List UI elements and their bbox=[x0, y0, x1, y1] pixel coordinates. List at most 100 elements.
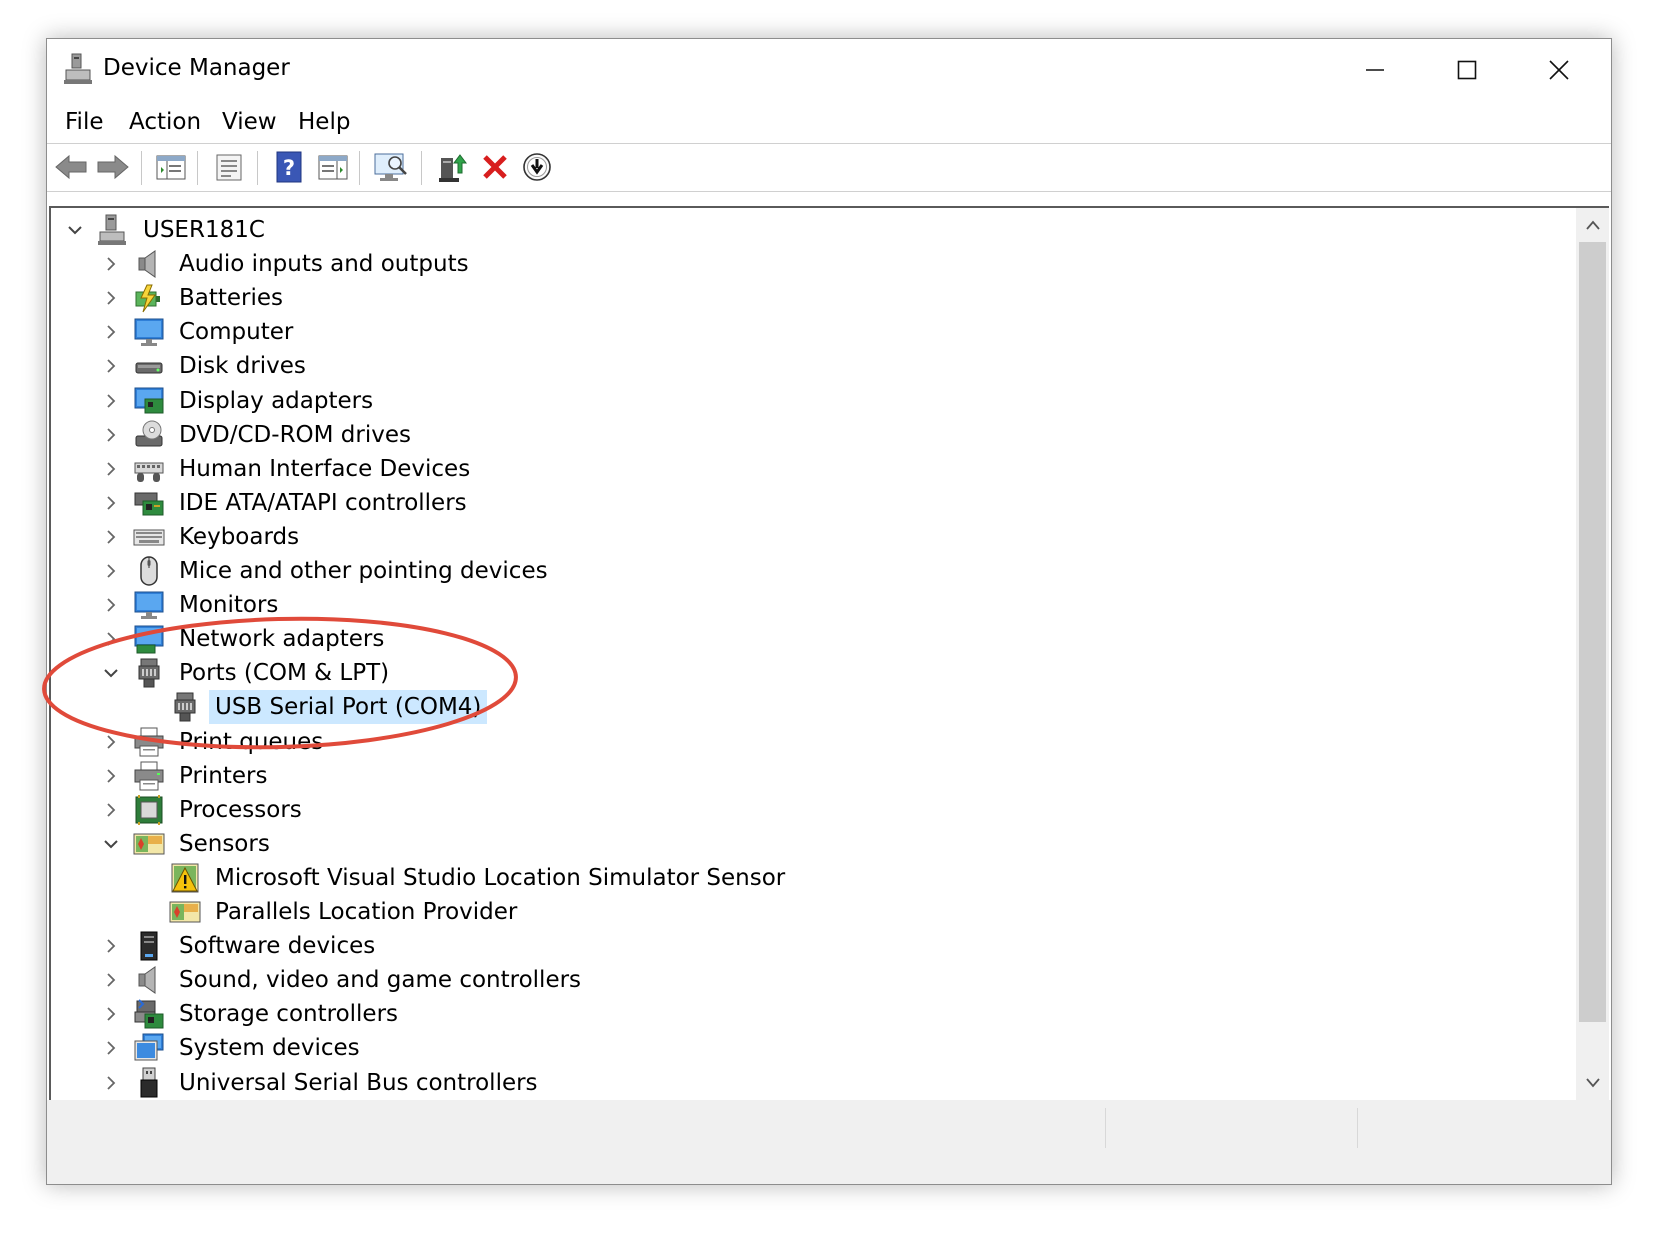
tree-node-display-adapters[interactable]: Display adapters bbox=[101, 383, 379, 419]
network-adapter-icon bbox=[133, 623, 165, 655]
expand-toggle[interactable] bbox=[101, 1038, 121, 1058]
expand-toggle[interactable] bbox=[101, 766, 121, 786]
collapse-toggle[interactable] bbox=[65, 220, 85, 240]
tree-node-usb-serial-port-com4[interactable]: USB Serial Port (COM4) bbox=[137, 689, 488, 725]
tree-node-label: Printers bbox=[179, 762, 268, 789]
disable-device-button[interactable] bbox=[519, 149, 555, 185]
tree-node-print-queues[interactable]: Print queues bbox=[101, 724, 329, 760]
tree-node-batteries[interactable]: Batteries bbox=[101, 280, 289, 316]
chevron-right-icon bbox=[107, 530, 116, 544]
help-button[interactable]: ? bbox=[271, 149, 307, 185]
tree-node-label: Microsoft Visual Studio Location Simulat… bbox=[215, 864, 786, 891]
sensor-icon bbox=[169, 896, 201, 928]
expand-toggle[interactable] bbox=[101, 322, 121, 342]
tree-node-mice-and-other-pointing-devices[interactable]: Mice and other pointing devices bbox=[101, 553, 554, 589]
expand-toggle[interactable] bbox=[101, 493, 121, 513]
scan-hardware-button[interactable] bbox=[373, 149, 409, 185]
tree-node-label: Computer bbox=[179, 319, 294, 346]
back-button[interactable] bbox=[53, 149, 89, 185]
expand-toggle[interactable] bbox=[101, 1004, 121, 1024]
tree-node-label: Network adapters bbox=[179, 626, 385, 653]
menu-bar: File Action View Help bbox=[47, 101, 1611, 144]
expand-toggle[interactable] bbox=[101, 970, 121, 990]
properties-button[interactable] bbox=[211, 149, 247, 185]
chevron-right-icon bbox=[107, 496, 116, 510]
collapse-toggle[interactable] bbox=[101, 834, 121, 854]
expand-toggle[interactable] bbox=[101, 527, 121, 547]
tree-node-disk-drives[interactable]: Disk drives bbox=[101, 348, 312, 384]
menu-action[interactable]: Action bbox=[129, 109, 201, 135]
tree-node-monitors[interactable]: Monitors bbox=[101, 587, 284, 623]
tree-node-sensors[interactable]: Sensors bbox=[101, 826, 276, 862]
expand-toggle[interactable] bbox=[101, 288, 121, 308]
chevron-right-icon bbox=[107, 1041, 116, 1056]
tree-root-node[interactable]: USER181C bbox=[65, 212, 271, 248]
chevron-right-icon bbox=[107, 393, 116, 408]
menu-file[interactable]: File bbox=[65, 109, 104, 135]
tree-node-software-devices[interactable]: Software devices bbox=[101, 928, 381, 964]
expand-toggle[interactable] bbox=[101, 391, 121, 411]
chevron-right-icon bbox=[107, 564, 116, 578]
tree-node-network-adapters[interactable]: Network adapters bbox=[101, 621, 390, 657]
console-tree-button[interactable] bbox=[153, 149, 189, 185]
expand-toggle[interactable] bbox=[101, 936, 121, 956]
processor-icon bbox=[133, 794, 165, 826]
tree-node-microsoft-visual-studio-location-simulator-sensor[interactable]: Microsoft Visual Studio Location Simulat… bbox=[137, 860, 791, 896]
expand-toggle[interactable] bbox=[101, 561, 121, 581]
update-driver-button[interactable] bbox=[435, 149, 471, 185]
tree-node-universal-serial-bus-controllers[interactable]: Universal Serial Bus controllers bbox=[101, 1065, 544, 1101]
expand-toggle[interactable] bbox=[101, 800, 121, 820]
maximize-button[interactable] bbox=[1421, 39, 1513, 101]
menu-view[interactable]: View bbox=[222, 109, 277, 135]
tree-node-label: Universal Serial Bus controllers bbox=[179, 1069, 538, 1096]
scroll-down-button[interactable] bbox=[1576, 1066, 1609, 1100]
chevron-right-icon bbox=[107, 632, 116, 646]
expand-toggle[interactable] bbox=[101, 629, 121, 649]
tree-node-label: Human Interface Devices bbox=[179, 455, 471, 482]
title-bar[interactable]: Device Manager bbox=[47, 39, 1611, 101]
tree-node-label: Processors bbox=[179, 796, 302, 823]
scroll-up-button[interactable] bbox=[1576, 208, 1609, 242]
chevron-right-icon bbox=[107, 462, 116, 476]
minimize-button[interactable] bbox=[1329, 39, 1421, 101]
expand-toggle[interactable] bbox=[101, 254, 121, 274]
collapse-toggle[interactable] bbox=[101, 663, 121, 683]
tree-node-sound-video-and-game-controllers[interactable]: Sound, video and game controllers bbox=[101, 962, 587, 998]
tree-node-ide-ata-atapi-controllers[interactable]: IDE ATA/ATAPI controllers bbox=[101, 485, 473, 521]
close-button[interactable] bbox=[1513, 39, 1605, 101]
expand-toggle[interactable] bbox=[101, 356, 121, 376]
tree-node-ports-com-lpt[interactable]: Ports (COM & LPT) bbox=[101, 655, 395, 691]
status-bar bbox=[47, 1100, 1611, 1184]
tree-node-processors[interactable]: Processors bbox=[101, 792, 308, 828]
tree-node-label: Storage controllers bbox=[179, 1001, 399, 1028]
system-devices-icon bbox=[133, 1032, 165, 1064]
expand-toggle[interactable] bbox=[101, 595, 121, 615]
expand-toggle[interactable] bbox=[101, 459, 121, 479]
tree-node-printers[interactable]: Printers bbox=[101, 758, 274, 794]
scrollbar-thumb[interactable] bbox=[1579, 242, 1606, 1022]
forward-button[interactable] bbox=[95, 149, 131, 185]
tree-node-audio-inputs-and-outputs[interactable]: Audio inputs and outputs bbox=[101, 246, 475, 282]
chevron-right-icon bbox=[107, 325, 116, 339]
tree-node-computer[interactable]: Computer bbox=[101, 314, 299, 350]
disable-device-icon bbox=[523, 153, 551, 181]
tree-node-system-devices[interactable]: System devices bbox=[101, 1030, 366, 1066]
tree-node-dvd-cd-rom-drives[interactable]: DVD/CD-ROM drives bbox=[101, 417, 417, 453]
vertical-scrollbar[interactable] bbox=[1576, 208, 1609, 1100]
usb-icon bbox=[133, 1067, 165, 1099]
device-tree[interactable]: USER181C Audio inputs and outputs Batterie… bbox=[51, 208, 1576, 1100]
expand-toggle[interactable] bbox=[101, 425, 121, 445]
menu-help[interactable]: Help bbox=[298, 109, 350, 135]
tree-node-storage-controllers[interactable]: Storage controllers bbox=[101, 996, 404, 1032]
tree-node-keyboards[interactable]: Keyboards bbox=[101, 519, 305, 555]
tree-node-human-interface-devices[interactable]: Human Interface Devices bbox=[101, 451, 476, 487]
uninstall-device-button[interactable] bbox=[477, 149, 513, 185]
monitor-icon bbox=[133, 316, 165, 348]
expand-toggle[interactable] bbox=[101, 1073, 121, 1093]
action-pane-button[interactable] bbox=[315, 149, 351, 185]
tree-node-parallels-location-provider[interactable]: Parallels Location Provider bbox=[137, 894, 523, 930]
tree-node-label: Print queues bbox=[179, 728, 324, 755]
tree-node-label: Sensors bbox=[179, 830, 270, 857]
expand-toggle[interactable] bbox=[101, 732, 121, 752]
